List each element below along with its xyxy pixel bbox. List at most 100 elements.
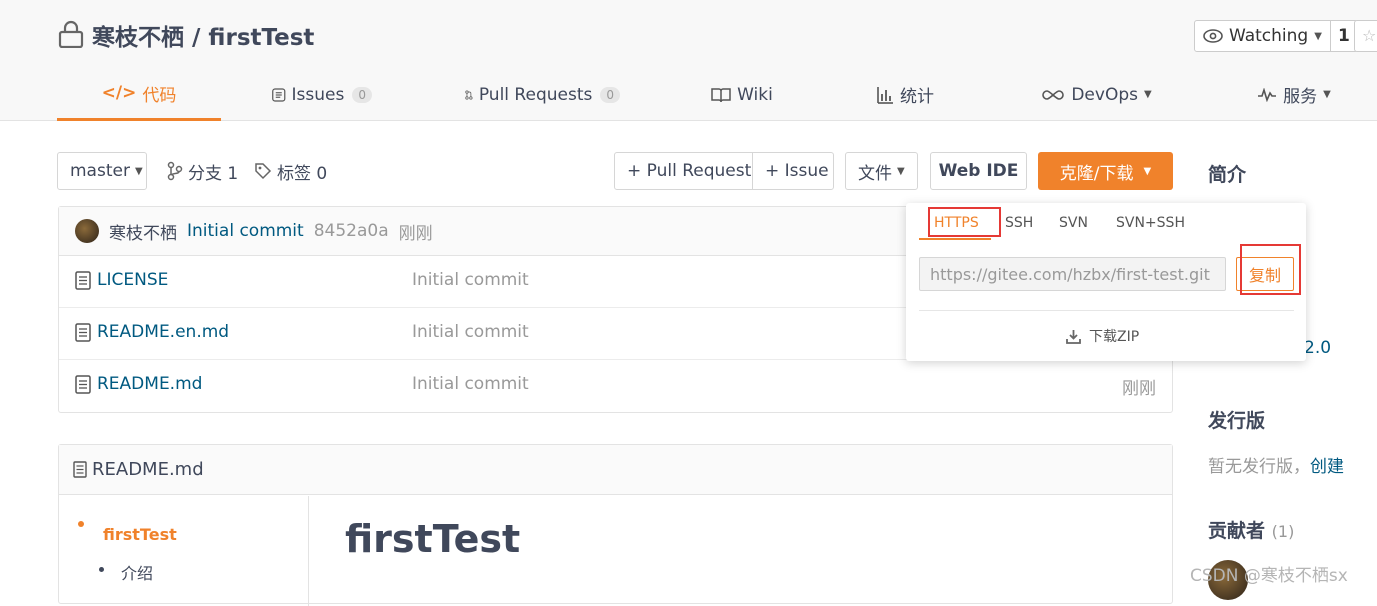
branch-icon — [167, 161, 183, 181]
download-zip-label: 下载ZIP — [1089, 329, 1140, 345]
file-icon — [75, 374, 91, 394]
chevron-down-icon: ▼ — [897, 165, 905, 177]
bullet — [78, 521, 84, 527]
contributors-count: (1) — [1271, 522, 1295, 541]
watch-button[interactable]: Watching ▼ — [1194, 20, 1331, 52]
branch-select[interactable]: master ▼ — [57, 152, 147, 190]
tab-ssh[interactable]: SSH — [1005, 215, 1033, 231]
branches-label: 分支 1 — [188, 163, 239, 184]
file-commit-message[interactable]: Initial commit — [412, 270, 529, 290]
clone-label: 克隆/下载 — [1059, 163, 1134, 184]
issues-icon — [272, 87, 286, 102]
download-zip-link[interactable]: 下载ZIP — [1066, 326, 1139, 346]
stats-icon — [877, 86, 893, 104]
tab-stats[interactable]: 统计 — [872, 68, 938, 121]
repo-separator: / — [184, 25, 209, 51]
star-icon: ☆ — [1362, 26, 1377, 45]
no-release-text: 暂无发行版，创建 — [1208, 452, 1344, 477]
file-menu-label: 文件 — [858, 163, 892, 184]
repo-owner-link[interactable]: 寒枝不栖 — [92, 25, 184, 51]
readme-toc: firstTest 介绍 — [59, 496, 309, 606]
no-release-label: 暂无发行版， — [1208, 457, 1310, 477]
tab-issues[interactable]: Issues 0 — [272, 68, 372, 121]
sidebar-releases-heading: 发行版 — [1208, 410, 1266, 432]
file-commit-message[interactable]: Initial commit — [412, 322, 529, 342]
avatar[interactable] — [75, 219, 99, 243]
license-link[interactable]: 2.0 — [1304, 338, 1331, 358]
chevron-down-icon: ▼ — [1143, 89, 1152, 100]
clone-download-button[interactable]: 克隆/下载 ▼ — [1038, 152, 1173, 190]
tab-label: 统计 — [900, 87, 934, 107]
eye-icon — [1203, 29, 1223, 43]
table-row: README.md Initial commit 刚刚 — [59, 360, 1172, 412]
chevron-down-icon: ▼ — [1143, 165, 1152, 177]
download-icon — [1066, 329, 1081, 344]
tab-code[interactable]: </> 代码 — [57, 68, 221, 121]
tab-svn-ssh[interactable]: SVN+SSH — [1116, 215, 1185, 231]
file-link[interactable]: README.en.md — [75, 322, 229, 342]
sidebar-intro-heading: 简介 — [1208, 164, 1247, 186]
new-issue-button[interactable]: + Issue — [752, 152, 834, 190]
issues-count-badge: 0 — [352, 86, 372, 103]
readme-icon — [73, 461, 87, 478]
watch-group: Watching ▼ 1 — [1194, 20, 1358, 52]
chevron-down-icon: ▼ — [1323, 89, 1331, 100]
tab-label: Pull Requests — [478, 84, 593, 105]
file-link[interactable]: README.md — [75, 374, 202, 394]
commit-author[interactable]: 寒枝不栖 — [109, 219, 177, 244]
wiki-icon — [711, 87, 731, 102]
code-icon: </> — [101, 83, 137, 103]
tab-devops[interactable]: DevOps ▼ — [1039, 68, 1154, 121]
file-time: 刚刚 — [1122, 379, 1156, 399]
readme-title: README.md — [92, 459, 204, 480]
repo-name-link[interactable]: firstTest — [208, 25, 314, 51]
repo-tabs: </> 代码 Issues 0 Pull Requests 0 Wiki 统计 … — [57, 68, 1357, 121]
tag-icon — [255, 163, 272, 180]
readme-heading: firstTest — [345, 517, 521, 561]
new-pull-request-button[interactable]: + Pull Request — [614, 152, 753, 190]
star-button[interactable]: ☆ — [1354, 20, 1377, 52]
tab-label: Issues — [291, 84, 345, 105]
highlight-box — [928, 207, 1001, 237]
file-name: LICENSE — [97, 270, 169, 290]
commit-time: 刚刚 — [398, 223, 433, 244]
file-link[interactable]: LICENSE — [75, 270, 168, 290]
commit-message[interactable]: Initial commit — [187, 221, 304, 241]
web-ide-button[interactable]: Web IDE — [930, 152, 1027, 190]
chevron-down-icon: ▼ — [134, 165, 143, 177]
create-release-link[interactable]: 创建 — [1310, 457, 1344, 477]
tab-wiki[interactable]: Wiki — [709, 68, 775, 121]
devops-icon — [1042, 89, 1065, 100]
active-tab-underline — [919, 238, 991, 240]
file-menu-button[interactable]: 文件 ▼ — [845, 152, 918, 190]
tab-pull-requests[interactable]: Pull Requests 0 — [465, 68, 620, 121]
tab-svn[interactable]: SVN — [1059, 215, 1088, 231]
file-name: README.md — [97, 374, 203, 394]
readme-panel: README.md firstTest 介绍 firstTest — [58, 444, 1173, 606]
lock-icon — [58, 20, 84, 48]
tags-link[interactable]: 标签 0 — [254, 157, 327, 185]
service-icon — [1258, 87, 1277, 102]
clone-url-input[interactable]: https://gitee.com/hzbx/first-test.git — [919, 257, 1226, 291]
toc-item-intro[interactable]: 介绍 — [121, 560, 153, 584]
repo-title: 寒枝不栖 / firstTest — [92, 18, 314, 52]
toc-item-firsttest[interactable]: firstTest — [103, 525, 177, 544]
tab-services[interactable]: 服务 ▼ — [1249, 68, 1339, 121]
contributors-label: 贡献者 — [1208, 520, 1266, 542]
tab-label: DevOps — [1071, 84, 1138, 105]
sidebar-contributors-heading: 贡献者 (1) — [1208, 516, 1294, 543]
watermark: CSDN @寒枝不栖sx — [1190, 566, 1348, 586]
tags-label: 标签 0 — [277, 163, 328, 184]
divider — [919, 310, 1294, 311]
commit-hash[interactable]: 8452a0a — [314, 221, 389, 241]
highlight-box — [1240, 244, 1301, 295]
pr-count-badge: 0 — [600, 86, 620, 103]
file-commit-message[interactable]: Initial commit — [412, 374, 529, 394]
branches-link[interactable]: 分支 1 — [167, 157, 238, 185]
tab-label: Wiki — [737, 84, 773, 105]
file-icon — [75, 322, 91, 342]
repo-header: 寒枝不栖 / firstTest Watching ▼ 1 ☆ </> 代码 I… — [0, 0, 1377, 121]
branch-label: master — [70, 161, 130, 181]
tab-label: 服务 — [1283, 87, 1318, 107]
chevron-down-icon: ▼ — [1314, 30, 1322, 42]
